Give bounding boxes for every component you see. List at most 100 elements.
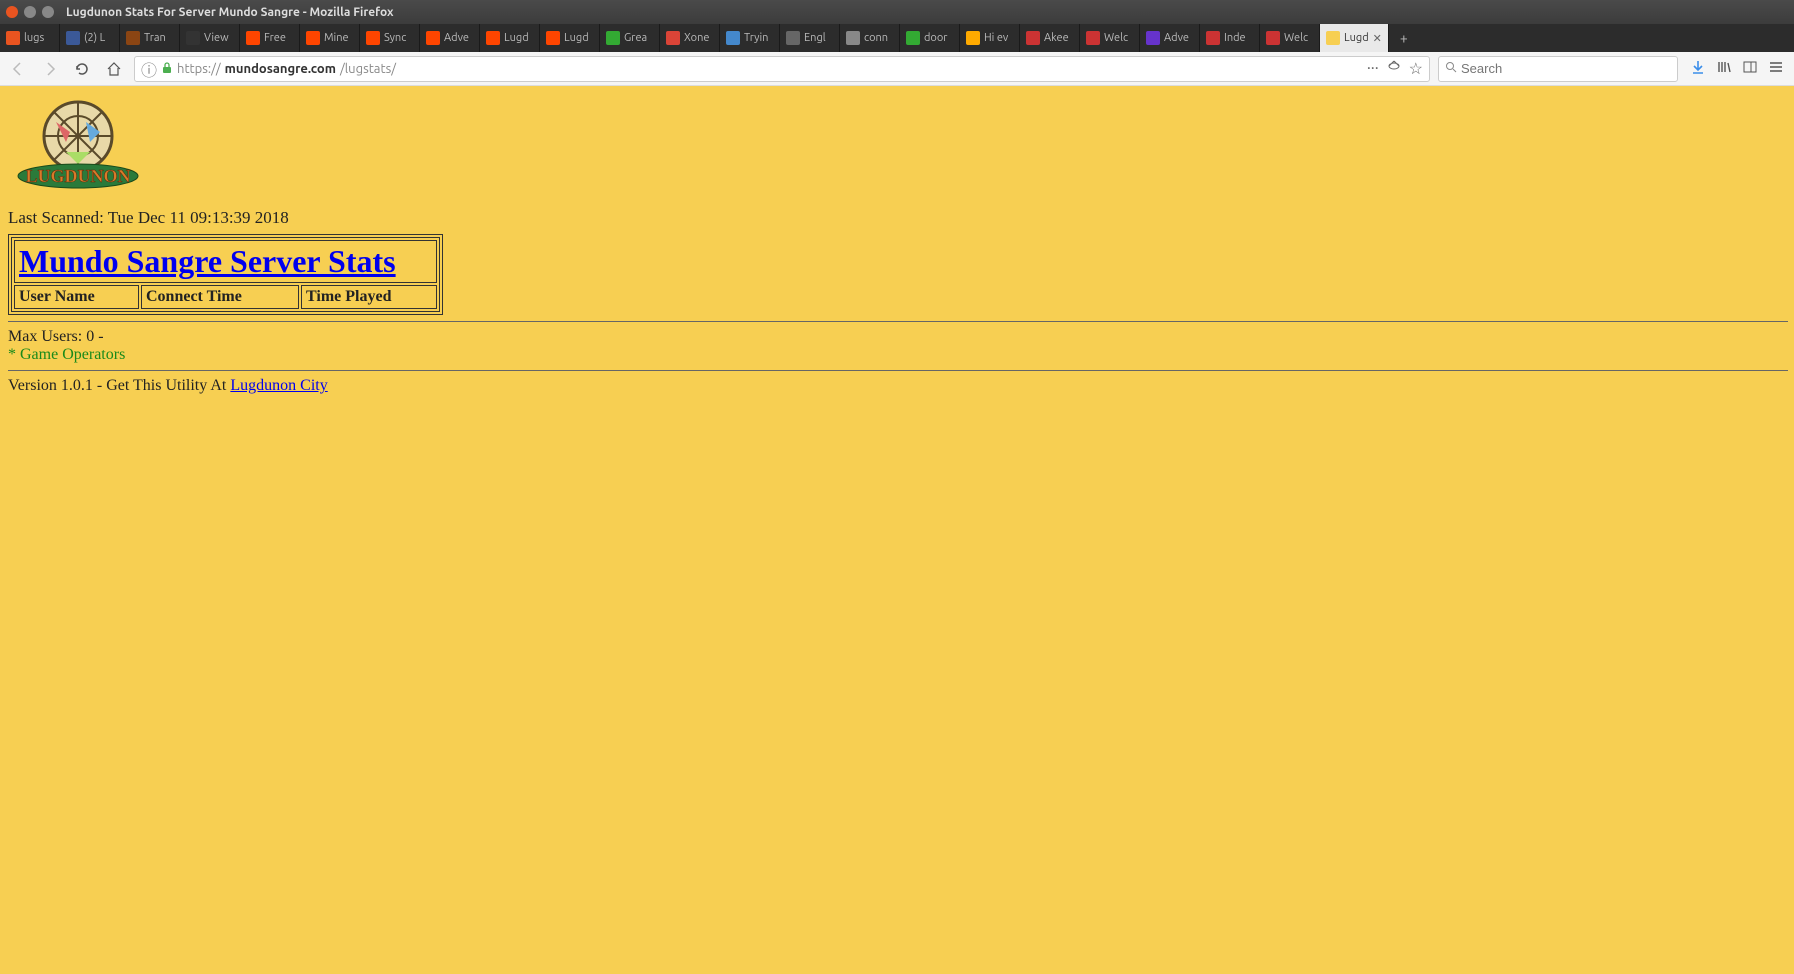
tab-label: Hi ev: [984, 32, 1008, 44]
search-input[interactable]: [1461, 61, 1671, 76]
column-connect-time: Connect Time: [141, 285, 299, 309]
tab-0[interactable]: lugs: [0, 24, 60, 52]
divider: [8, 321, 1788, 322]
search-bar[interactable]: [1438, 56, 1678, 82]
tab-label: Tran: [144, 32, 166, 44]
tab-label: lugs: [24, 32, 44, 44]
menu-icon[interactable]: [1768, 59, 1784, 79]
window-titlebar: Lugdunon Stats For Server Mundo Sangre -…: [0, 0, 1794, 24]
info-icon[interactable]: ⓘ: [141, 57, 157, 81]
tab-label: Lugd: [504, 32, 529, 44]
tab-21[interactable]: Welc: [1260, 24, 1320, 52]
tab-favicon: [1326, 31, 1340, 45]
max-users-row: Max Users: 0 -: [8, 328, 1788, 346]
last-scanned-text: Last Scanned: Tue Dec 11 09:13:39 2018: [8, 208, 1788, 228]
url-bar[interactable]: ⓘ https://mundosangre.com/lugstats/ ··· …: [134, 56, 1430, 82]
reader-icon[interactable]: [1387, 59, 1401, 78]
tab-19[interactable]: Adve: [1140, 24, 1200, 52]
tab-15[interactable]: door: [900, 24, 960, 52]
tab-favicon: [426, 31, 440, 45]
tab-favicon: [1266, 31, 1280, 45]
page-actions-icon[interactable]: ···: [1367, 59, 1379, 78]
tab-close-icon[interactable]: ✕: [1373, 32, 1382, 45]
tab-label: Sync: [384, 32, 406, 44]
window-minimize-button[interactable]: [24, 6, 36, 18]
lugdunon-logo: LUGDUNON: [8, 94, 148, 204]
tab-label: View: [204, 32, 229, 44]
tab-6[interactable]: Sync: [360, 24, 420, 52]
tab-11[interactable]: Xone: [660, 24, 720, 52]
tab-favicon: [246, 31, 260, 45]
tab-12[interactable]: Tryin: [720, 24, 780, 52]
tab-label: Engl: [804, 32, 826, 44]
tab-label: Xone: [684, 32, 709, 44]
tab-label: Lugd: [564, 32, 589, 44]
downloads-icon[interactable]: [1690, 59, 1706, 79]
svg-text:LUGDUNON: LUGDUNON: [25, 166, 130, 186]
tab-17[interactable]: Akee: [1020, 24, 1080, 52]
tab-16[interactable]: Hi ev: [960, 24, 1020, 52]
tab-label: Welc: [1104, 32, 1128, 44]
tab-label: Inde: [1224, 32, 1246, 44]
back-button[interactable]: [6, 57, 30, 81]
url-protocol: https://: [177, 62, 221, 76]
tab-22[interactable]: Lugd✕: [1320, 24, 1389, 52]
tab-favicon: [186, 31, 200, 45]
tab-favicon: [306, 31, 320, 45]
tab-7[interactable]: Adve: [420, 24, 480, 52]
tab-favicon: [1206, 31, 1220, 45]
url-host: mundosangre.com: [225, 62, 336, 76]
bookmark-star-icon[interactable]: ☆: [1409, 59, 1423, 78]
search-icon: [1445, 61, 1457, 76]
sidebar-icon[interactable]: [1742, 59, 1758, 79]
tab-label: Adve: [1164, 32, 1189, 44]
tab-9[interactable]: Lugd: [540, 24, 600, 52]
tab-10[interactable]: Grea: [600, 24, 660, 52]
version-text: Version 1.0.1 - Get This Utility At: [8, 377, 230, 394]
tab-label: door: [924, 32, 947, 44]
tab-1[interactable]: (2) L: [60, 24, 120, 52]
tab-favicon: [366, 31, 380, 45]
tab-favicon: [66, 31, 80, 45]
tab-favicon: [966, 31, 980, 45]
window-maximize-button[interactable]: [42, 6, 54, 18]
tab-3[interactable]: View: [180, 24, 240, 52]
home-button[interactable]: [102, 57, 126, 81]
max-users-label: Max Users:: [8, 328, 86, 345]
tab-label: Grea: [624, 32, 647, 44]
max-users-value: 0 -: [86, 328, 103, 345]
column-time-played: Time Played: [301, 285, 437, 309]
tab-18[interactable]: Welc: [1080, 24, 1140, 52]
tab-label: Free: [264, 32, 286, 44]
tab-20[interactable]: Inde: [1200, 24, 1260, 52]
tab-2[interactable]: Tran: [120, 24, 180, 52]
tab-4[interactable]: Free: [240, 24, 300, 52]
game-operators-text: * Game Operators: [8, 346, 1788, 364]
tab-favicon: [666, 31, 680, 45]
tab-8[interactable]: Lugd: [480, 24, 540, 52]
column-user-name: User Name: [14, 285, 139, 309]
tab-favicon: [606, 31, 620, 45]
tab-label: conn: [864, 32, 888, 44]
version-row: Version 1.0.1 - Get This Utility At Lugd…: [8, 377, 1788, 395]
lugdunon-city-link[interactable]: Lugdunon City: [230, 377, 327, 394]
navigation-toolbar: ⓘ https://mundosangre.com/lugstats/ ··· …: [0, 52, 1794, 86]
tab-favicon: [1026, 31, 1040, 45]
page-content: LUGDUNON Last Scanned: Tue Dec 11 09:13:…: [0, 86, 1794, 403]
tab-label: Akee: [1044, 32, 1069, 44]
new-tab-button[interactable]: +: [1389, 24, 1419, 52]
tab-5[interactable]: Mine: [300, 24, 360, 52]
forward-button[interactable]: [38, 57, 62, 81]
window-close-button[interactable]: [6, 6, 18, 18]
tab-14[interactable]: conn: [840, 24, 900, 52]
tab-favicon: [486, 31, 500, 45]
tab-bar: lugs (2) L Tran View Free Mine Sync Adve Lugd Lug…: [0, 24, 1794, 52]
stats-title-link[interactable]: Mundo Sangre Server Stats: [19, 243, 396, 279]
lock-icon: [161, 60, 173, 78]
tab-favicon: [846, 31, 860, 45]
library-icon[interactable]: [1716, 59, 1732, 79]
tab-13[interactable]: Engl: [780, 24, 840, 52]
tab-favicon: [786, 31, 800, 45]
reload-button[interactable]: [70, 57, 94, 81]
tab-label: Adve: [444, 32, 469, 44]
